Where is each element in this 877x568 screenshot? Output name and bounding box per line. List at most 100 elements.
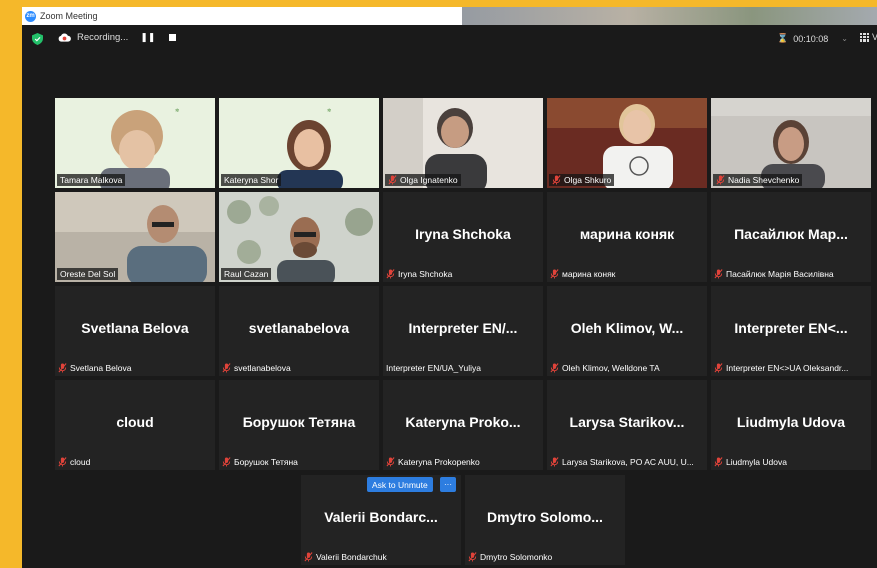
muted-mic-icon (550, 457, 559, 467)
participant-name: Olga Shkuro (564, 175, 612, 185)
participant-name: Interpreter EN/UA_Yuliya (386, 363, 481, 373)
participant-big-name: Larysa Starikov... (569, 414, 685, 430)
participant-tile[interactable]: Raul Cazan (219, 192, 379, 282)
title-bar: zm Zoom Meeting (22, 7, 877, 25)
muted-mic-icon (58, 457, 67, 467)
participant-name: Tamara Malkova (60, 175, 123, 185)
participant-tile[interactable]: Oreste Del Sol (55, 192, 215, 282)
muted-mic-icon (222, 363, 231, 373)
muted-mic-icon (386, 269, 395, 279)
participant-name: Olga Ignatenko (400, 175, 458, 185)
participant-name-tag: Tamara Malkova (57, 174, 126, 186)
participant-name: Svetlana Belova (70, 363, 132, 373)
participant-tile[interactable]: Svetlana Belova Svetlana Belova (55, 286, 215, 376)
participant-name-tag: Борушок Тетяна (219, 456, 301, 468)
participant-big-name: Пасайлюк Мар... (734, 226, 848, 242)
participant-name-tag: Svetlana Belova (55, 362, 134, 374)
participant-big-name: Interpreter EN<... (734, 320, 848, 336)
participant-big-name: cloud (116, 414, 154, 430)
participant-tile[interactable]: Oleh Klimov, W... Oleh Klimov, Welldone T… (547, 286, 707, 376)
participant-name-tag: Olga Ignatenko (385, 174, 461, 186)
participant-big-name: Svetlana Belova (81, 320, 189, 336)
participant-tile[interactable]: Larysa Starikov... Larysa Starikova, PO A… (547, 380, 707, 470)
participant-tile[interactable]: Kateryna Proko... Kateryna Prokopenko (383, 380, 543, 470)
participant-name-tag: Kateryna Prokopenko (383, 456, 483, 468)
participant-name: Oleh Klimov, Welldone TA (562, 363, 660, 373)
muted-mic-icon (550, 269, 559, 279)
muted-mic-icon (304, 552, 313, 562)
participant-name-tag: Raul Cazan (221, 268, 272, 280)
pause-icon[interactable]: ❚❚ (140, 32, 155, 43)
hourglass-icon: ⌛ (777, 33, 789, 43)
muted-mic-icon (386, 457, 395, 467)
muted-mic-icon (388, 175, 397, 185)
participant-name-tag: Interpreter EN/UA_Yuliya (383, 362, 484, 374)
recording-label: Recording... (77, 32, 129, 43)
participant-tile[interactable]: svetlanabelova svetlanabelova (219, 286, 379, 376)
muted-mic-icon (714, 269, 723, 279)
participant-name-tag: cloud (55, 456, 93, 468)
participant-name: Oreste Del Sol (60, 269, 116, 279)
participant-tile[interactable]: Olga Shkuro (547, 98, 707, 188)
participant-name: Iryna Shchoka (398, 269, 453, 279)
timer-value: 00:10:08 (793, 33, 829, 44)
participant-name-tag: Kateryna Shor (221, 174, 282, 186)
participant-name-tag: Olga Shkuro (549, 174, 615, 186)
muted-mic-icon (716, 175, 725, 185)
chevron-down-icon[interactable]: ⌄ (841, 34, 848, 43)
participant-name-tag: Пасайлюк Марія Василівна (711, 268, 837, 280)
meeting-toolbar: Recording... ❚❚ ⌛ 00:10:08 ⌄ V (22, 25, 877, 53)
meeting-timer[interactable]: ⌛ 00:10:08 ⌄ (777, 33, 848, 44)
participant-name-tag: Dmytro Solomonko (465, 551, 555, 563)
participant-name-tag: Liudmyla Udova (711, 456, 790, 468)
more-options-button[interactable]: ··· (440, 477, 456, 492)
participant-tile[interactable]: cloud cloud (55, 380, 215, 470)
shield-icon[interactable] (32, 33, 43, 45)
ask-to-unmute-button[interactable]: Ask to Unmute (367, 477, 433, 492)
window-title: Zoom Meeting (40, 11, 98, 21)
participant-tile[interactable]: Valerii Bondarc... Valerii Bondarchuk Ask … (301, 475, 461, 565)
participant-name: Valerii Bondarchuk (316, 552, 387, 562)
participant-name-tag: марина коняк (547, 268, 618, 280)
muted-mic-icon (552, 175, 561, 185)
participant-tile[interactable]: Пасайлюк Мар... Пасайлюк Марія Василівна (711, 192, 871, 282)
participant-tile[interactable]: Interpreter EN/... Interpreter EN/UA_Yuli… (383, 286, 543, 376)
participant-tile[interactable]: марина коняк марина коняк (547, 192, 707, 282)
participant-tile[interactable]: Dmytro Solomo... Dmytro Solomonko (465, 475, 625, 565)
participant-name-tag: Nadia Shevchenko (713, 174, 803, 186)
participant-big-name: Oleh Klimov, W... (570, 320, 684, 336)
participant-big-name: Valerii Bondarc... (324, 509, 438, 525)
participant-name: Raul Cazan (224, 269, 269, 279)
participant-name-tag: Oreste Del Sol (57, 268, 119, 280)
participant-big-name: Борушок Тетяна (242, 414, 356, 430)
participant-big-name: Iryna Shchoka (415, 226, 511, 242)
participant-name-tag: Oleh Klimov, Welldone TA (547, 362, 663, 374)
participant-name: cloud (70, 457, 91, 467)
participant-big-name: марина коняк (579, 226, 675, 242)
participant-tile[interactable]: Борушок Тетяна Борушок Тетяна (219, 380, 379, 470)
participant-name: Larysa Starikova, PO AC AUU, U... (562, 457, 694, 467)
muted-mic-icon (550, 363, 559, 373)
participant-big-name: Liudmyla Udova (736, 414, 846, 430)
participant-tile[interactable]: Iryna Shchoka Iryna Shchoka (383, 192, 543, 282)
participant-name: Liudmyla Udova (726, 457, 787, 467)
participant-name-tag: Iryna Shchoka (383, 268, 455, 280)
recording-indicator[interactable]: Recording... ❚❚ (58, 32, 177, 43)
gallery-view-icon (860, 32, 869, 42)
participant-tile[interactable]: ✲ Kateryna Shor (219, 98, 379, 188)
muted-mic-icon (58, 363, 67, 373)
participant-big-name: Dmytro Solomo... (487, 509, 603, 525)
participant-name: Пасайлюк Марія Василівна (726, 269, 834, 279)
participant-tile[interactable]: Nadia Shevchenko (711, 98, 871, 188)
participant-tile[interactable]: Olga Ignatenko (383, 98, 543, 188)
participant-name-tag: Valerii Bondarchuk (301, 551, 390, 563)
stop-icon[interactable] (169, 34, 177, 41)
participant-big-name: svetlanabelova (248, 320, 350, 336)
participant-name: Dmytro Solomonko (480, 552, 553, 562)
participant-tile[interactable]: ✲ Tamara Malkova (55, 98, 215, 188)
participant-big-name: Kateryna Proko... (405, 414, 521, 430)
participant-name: марина коняк (562, 269, 616, 279)
participant-tile[interactable]: Liudmyla Udova Liudmyla Udova (711, 380, 871, 470)
participant-tile[interactable]: Interpreter EN<... Interpreter EN<>UA Ole… (711, 286, 871, 376)
view-button[interactable]: V (860, 32, 877, 42)
